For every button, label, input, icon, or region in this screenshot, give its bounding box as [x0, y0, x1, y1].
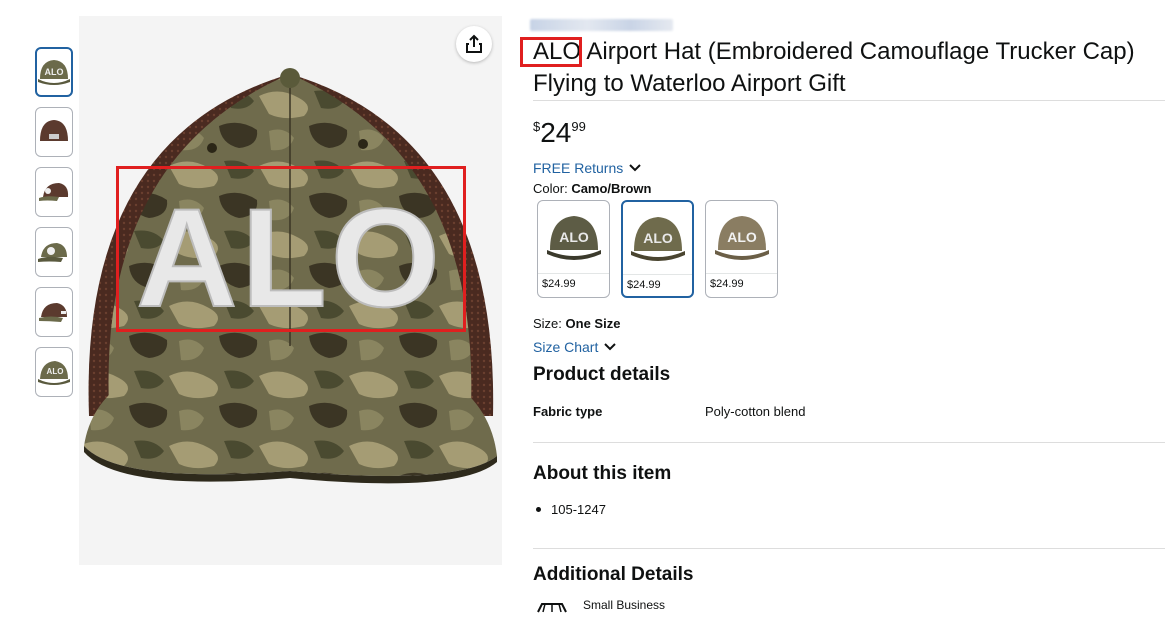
chevron-down-icon — [604, 343, 617, 351]
title-text: Airport Hat (Embroidered Camouflage Truc… — [533, 38, 1135, 97]
thumbnail-angle[interactable]: ALO — [35, 347, 73, 397]
chevron-down-icon — [629, 164, 641, 172]
free-returns-link[interactable]: FREE Returns — [533, 160, 641, 176]
svg-text:ALO: ALO — [47, 367, 64, 376]
price: $2499 — [533, 117, 586, 148]
cap-side-right-image — [39, 303, 67, 322]
thumbnail-list: ALO ALO — [35, 47, 75, 407]
thumbnail-back[interactable] — [35, 107, 73, 157]
product-title: ALO Airport Hat (Embroidered Camouflage … — [533, 36, 1163, 100]
additional-details-heading: Additional Details — [533, 564, 694, 585]
svg-text:ALO: ALO — [45, 67, 64, 77]
main-product-image[interactable]: ALO — [79, 16, 502, 565]
share-button[interactable] — [456, 26, 492, 62]
thumbnail-side-left[interactable] — [35, 227, 73, 277]
title-code-highlight-box — [520, 37, 582, 67]
thumbnail-front[interactable]: ALO — [35, 47, 73, 97]
divider — [533, 100, 1165, 101]
divider — [533, 548, 1165, 549]
cap-back-image — [40, 120, 68, 141]
svg-text:ALO: ALO — [559, 229, 589, 245]
divider — [533, 442, 1165, 443]
color-swatch-3[interactable]: ALO $24.99 — [705, 200, 778, 298]
cap-front-image: ALO — [38, 60, 70, 85]
size-chart-link[interactable]: Size Chart — [533, 339, 617, 355]
brand-link-blurred[interactable] — [530, 19, 673, 31]
about-bullet: 105-1247 — [536, 502, 606, 517]
detail-row-fabric: Fabric type Poly-cotton blend — [533, 404, 806, 419]
small-business-badge[interactable]: Small Business — [535, 598, 665, 618]
color-swatch-2-selected[interactable]: ALO $24.99 — [621, 200, 694, 298]
swatch-cap-image: ALO — [546, 216, 601, 260]
cap-side-image — [39, 183, 69, 201]
color-swatches: ALO $24.99 ALO $24.99 ALO $24.99 — [537, 200, 778, 298]
color-swatch-1[interactable]: ALO $24.99 — [537, 200, 610, 298]
product-details-heading: Product details — [533, 364, 671, 385]
swatch-cap-image: ALO — [630, 217, 685, 261]
color-selection-label: Color: Camo/Brown — [533, 181, 652, 196]
thumbnail-side-right[interactable] — [35, 287, 73, 337]
size-label: Size: One Size — [533, 316, 621, 331]
svg-text:ALO: ALO — [727, 229, 757, 245]
share-icon — [466, 34, 482, 53]
swatch-cap-image: ALO — [714, 216, 769, 260]
store-icon — [537, 603, 567, 613]
cap-side-left-image — [38, 243, 67, 262]
thumbnail-side[interactable] — [35, 167, 73, 217]
about-item-heading: About this item — [533, 463, 672, 484]
text-highlight-box — [116, 166, 466, 332]
svg-text:ALO: ALO — [643, 230, 673, 246]
cap-angle-image: ALO — [38, 361, 70, 385]
